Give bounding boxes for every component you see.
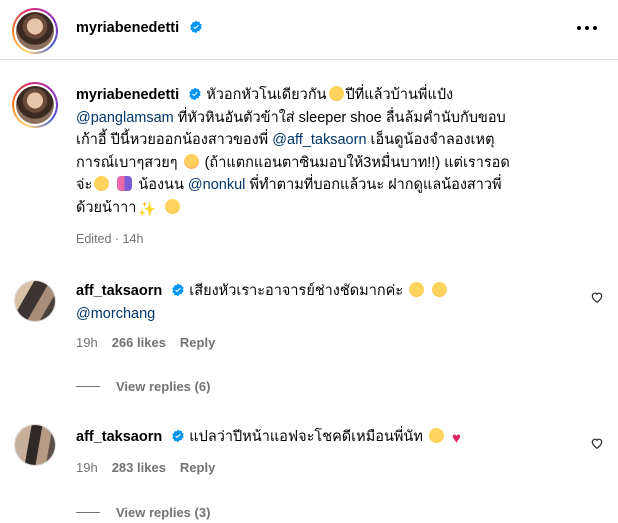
comment-avatar[interactable] (14, 280, 56, 322)
caption-text-2: ที่หัวหินอันตัวข้าใส่ sleeper shoe ลื่นล… (177, 109, 506, 126)
comment-avatar[interactable] (14, 424, 56, 466)
comment-likes[interactable]: 283 likes (112, 460, 166, 475)
comment-likes[interactable]: 266 likes (112, 335, 166, 350)
verified-badge-icon (172, 283, 184, 297)
comment-text: แปลว่าปีหน้าแอฟจะโชคดีเหมือนพี่นัท (189, 429, 423, 445)
mention-morchang[interactable]: @morchang (76, 306, 155, 322)
reply-button[interactable]: Reply (180, 335, 215, 350)
caption-text-1b: ปีที่แล้วบ้านพี่แป๋ง (345, 87, 454, 103)
header-user: myriabenedetti (76, 19, 203, 37)
comment-body: aff_taksaorn เสียงหัวเราะอาจารย์ช่างชัดม… (76, 280, 576, 325)
view-replies-button[interactable]: View replies (6) (76, 379, 210, 394)
pleading-face-emoji (428, 428, 444, 443)
view-replies-button[interactable]: View replies (3) (76, 505, 210, 520)
couple-emoji (117, 176, 133, 191)
comment-text: เสียงหัวเราะอาจารย์ช่างชัดมากค่ะ (189, 283, 404, 299)
red-heart-emoji: ♥ (451, 430, 461, 447)
mention-aff-taksaorn[interactable]: @aff_taksaorn (272, 132, 366, 148)
mention-nonkul[interactable]: @nonkul (188, 177, 245, 193)
caption-text-5c: พี่ทำตามที่บอกแล้วนะ ฝากดูแลน้องสาวพี่ (249, 177, 502, 193)
comment-time: 19h (76, 335, 98, 350)
view-replies-label: View replies (6) (116, 379, 211, 394)
verified-badge-icon (189, 20, 202, 34)
rofl-emoji (432, 282, 448, 297)
post-caption: myriabenedetti หัวอกหัวโนเดียวกัน ปีที่แล… (76, 84, 606, 221)
more-options-icon[interactable] (574, 18, 600, 38)
eye-roll-emoji (409, 282, 425, 297)
comment-body: aff_taksaorn แปลว่าปีหน้าแอฟจะโชคดีเหมือ… (76, 426, 576, 451)
caption-text-1: หัวอกหัวโนเดียวกัน (206, 87, 327, 103)
comment-time: 19h (76, 460, 98, 475)
caption-text-4a: การณ์เบาๆสวยๆ (76, 154, 178, 171)
kissing-face-emoji (183, 153, 199, 169)
caption-text-3a: เก้าอี้ ปีนี้หวยออกน้องสาวของพี่ (76, 132, 269, 148)
header-username[interactable]: myriabenedetti (76, 20, 179, 36)
caption-text-5b: น้องนน (138, 177, 184, 193)
caption-text-4b: (ถ้าแตกแอนตาซินมอบให้3หมื่นบาท!!) แต่เรา… (204, 154, 510, 171)
reply-button[interactable]: Reply (180, 460, 215, 475)
caption-avatar[interactable] (12, 82, 58, 128)
caption-meta: Edited · 14h (76, 232, 144, 246)
hug-face-emoji (164, 198, 180, 214)
yum-face-emoji (94, 176, 110, 191)
sparkles-emoji: ✨ (138, 201, 157, 218)
comment-username[interactable]: aff_taksaorn (76, 429, 162, 445)
verified-badge-icon (172, 429, 184, 443)
smiling-face-emoji (328, 86, 344, 101)
header-avatar[interactable] (12, 8, 58, 54)
comment-username[interactable]: aff_taksaorn (76, 283, 162, 299)
post-header: myriabenedetti (0, 0, 618, 60)
like-heart-icon[interactable] (590, 436, 604, 450)
mention-panglamsam[interactable]: @panglamsam (76, 110, 174, 126)
comment-meta: 19h 283 likes Reply (76, 460, 229, 475)
verified-badge-icon (189, 87, 201, 101)
caption-text-3b: เอ็นดูน้องจำลองเหตุ (370, 132, 495, 148)
comment-meta: 19h 266 likes Reply (76, 335, 229, 350)
caption-text-6: ด้วยน้าาา (76, 199, 137, 216)
caption-username[interactable]: myriabenedetti (76, 87, 179, 103)
like-heart-icon[interactable] (590, 290, 604, 304)
view-replies-label: View replies (3) (116, 505, 211, 520)
caption-text-5a: จ่ะ (76, 177, 93, 193)
